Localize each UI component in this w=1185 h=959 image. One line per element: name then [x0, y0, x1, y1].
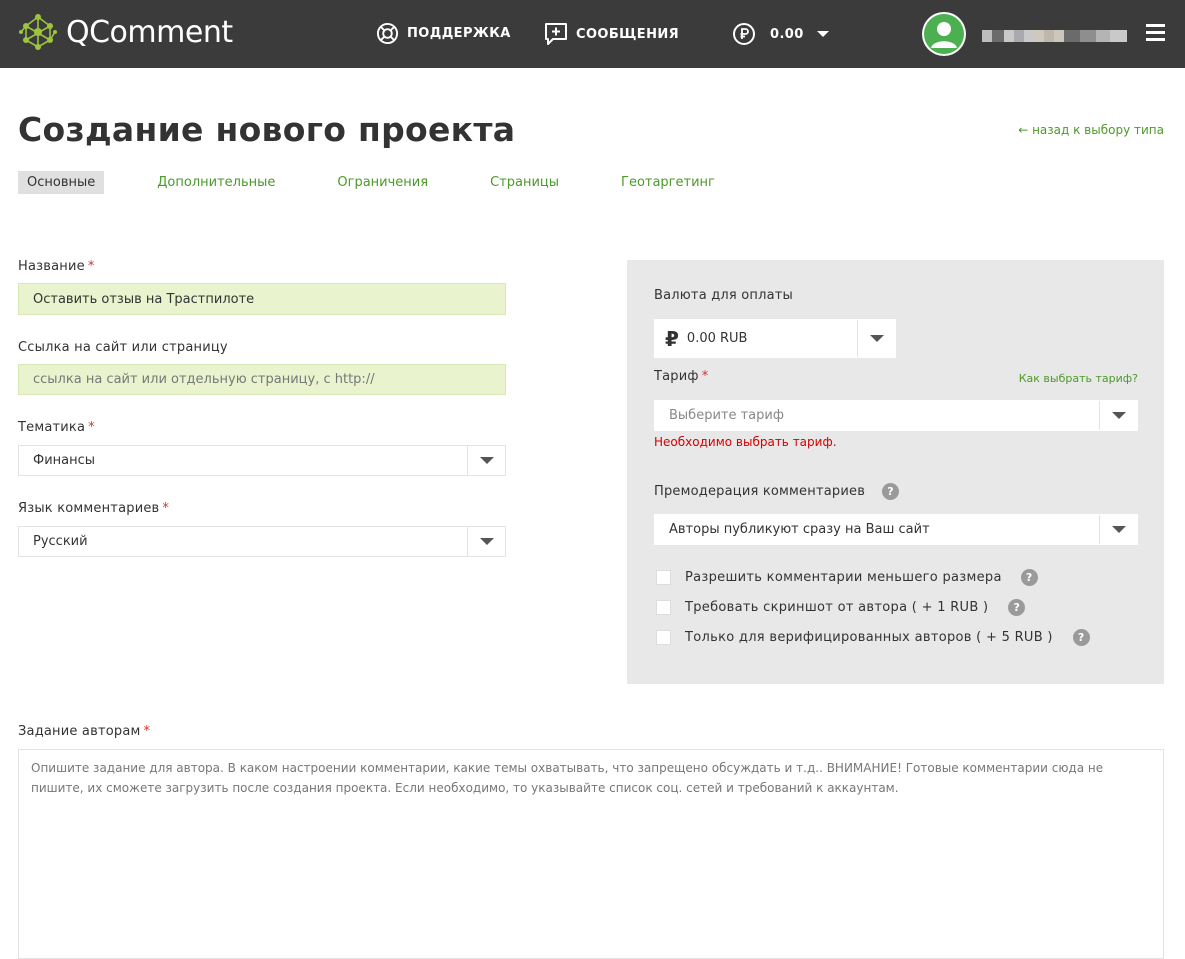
language-select[interactable]: Русский: [18, 526, 506, 557]
task-textarea[interactable]: Опишите задание для автора. В каком наст…: [18, 749, 1164, 959]
required-mark: *: [143, 724, 151, 739]
user-avatar-icon: [924, 14, 964, 54]
tab-pages[interactable]: Страницы: [481, 171, 568, 194]
name-label: Название *: [18, 259, 95, 274]
require-screenshot-row[interactable]: Требовать скриншот от автора ( + 1 RUB )…: [656, 599, 1026, 616]
language-label: Язык комментариев *: [18, 501, 170, 516]
avatar[interactable]: [922, 12, 966, 56]
network-logo-icon: [19, 14, 57, 50]
checkbox-label: Требовать скриншот от автора ( + 1 RUB ): [685, 600, 989, 615]
verified-authors-checkbox[interactable]: [656, 630, 671, 645]
chevron-down-icon: [857, 320, 895, 357]
tab-main[interactable]: Основные: [18, 171, 105, 194]
allow-shorter-comments-row[interactable]: Разрешить комментарии меньшего размера ?: [656, 569, 1038, 586]
chevron-down-icon: [467, 446, 505, 475]
tab-additional[interactable]: Дополнительные: [148, 171, 284, 194]
premoderation-value: Авторы публикуют сразу на Ваш сайт: [669, 522, 930, 537]
chevron-down-icon: [1099, 401, 1137, 430]
tariff-error: Необходимо выбрать тариф.: [654, 435, 837, 449]
help-icon[interactable]: ?: [1020, 569, 1038, 586]
username-blurred: [982, 30, 1137, 42]
payment-panel: Валюта для оплаты ₽ 0.00 RUB Тариф * Как …: [627, 260, 1164, 684]
task-label: Задание авторам *: [18, 724, 151, 739]
url-input[interactable]: ссылка на сайт или отдельную страницу, с…: [18, 364, 506, 395]
verified-authors-row[interactable]: Только для верифицированных авторов ( + …: [656, 629, 1090, 646]
how-to-choose-tariff-link[interactable]: Как выбрать тариф?: [1019, 372, 1138, 385]
allow-shorter-checkbox[interactable]: [656, 570, 671, 585]
tab-restrictions[interactable]: Ограничения: [328, 171, 437, 194]
balance-dropdown[interactable]: 0.00: [732, 22, 829, 46]
checkbox-label: Разрешить комментарии меньшего размера: [685, 570, 1002, 585]
required-mark: *: [701, 369, 709, 384]
help-icon[interactable]: ?: [1072, 629, 1090, 646]
required-mark: *: [162, 501, 170, 516]
chevron-down-icon: [467, 527, 505, 556]
support-label: ПОДДЕРЖКА: [407, 26, 511, 41]
language-value: Русский: [33, 534, 88, 549]
message-add-icon: [545, 23, 567, 45]
logo-text: QComment: [66, 14, 233, 50]
tabs: Основные Дополнительные Ограничения Стра…: [18, 171, 768, 194]
require-screenshot-checkbox[interactable]: [656, 600, 671, 615]
help-icon[interactable]: ?: [882, 483, 900, 500]
topic-select[interactable]: Финансы: [18, 445, 506, 476]
tab-geotargeting[interactable]: Геотаргетинг: [612, 171, 724, 194]
required-mark: *: [87, 259, 95, 274]
required-mark: *: [88, 420, 95, 435]
tariff-label: Тариф *: [654, 369, 709, 384]
back-to-type-link[interactable]: ← назад к выбору типа: [1018, 123, 1164, 137]
tariff-select[interactable]: Выберите тариф: [654, 400, 1138, 431]
premoderation-label: Премодерация комментариев: [654, 484, 866, 499]
currency-select[interactable]: ₽ 0.00 RUB: [654, 319, 896, 358]
currency-label: Валюта для оплаты: [654, 288, 794, 303]
messages-link[interactable]: СООБЩЕНИЯ: [544, 22, 679, 46]
checkbox-label: Только для верифицированных авторов ( + …: [685, 630, 1053, 645]
ruble-circle-icon: [733, 23, 755, 45]
currency-value: 0.00 RUB: [686, 331, 748, 346]
messages-label: СООБЩЕНИЯ: [576, 26, 680, 42]
logo[interactable]: QComment: [18, 12, 233, 52]
balance-value: 0.00: [770, 26, 804, 42]
name-input[interactable]: Оставить отзыв на Трастпилоте: [18, 283, 506, 315]
tariff-placeholder: Выберите тариф: [669, 408, 784, 423]
premoderation-label-row: Премодерация комментариев ?: [654, 483, 900, 500]
chevron-down-icon: [816, 31, 829, 37]
help-icon[interactable]: ?: [1008, 599, 1026, 616]
support-link[interactable]: ПОДДЕРЖКА: [376, 22, 511, 45]
topic-label: Тематика *: [18, 420, 95, 435]
page-title: Создание нового проекта: [18, 110, 516, 149]
url-label: Ссылка на сайт или страницу: [18, 340, 228, 355]
lifebuoy-icon: [376, 22, 399, 45]
premoderation-select[interactable]: Авторы публикуют сразу на Ваш сайт: [654, 514, 1138, 545]
ruble-icon: ₽: [665, 326, 679, 351]
top-navbar: QComment ПОДДЕРЖКА СООБЩЕНИЯ 0.00: [0, 0, 1185, 68]
topic-value: Финансы: [33, 453, 96, 468]
chevron-down-icon: [1099, 515, 1137, 544]
menu-icon[interactable]: [1146, 24, 1165, 45]
